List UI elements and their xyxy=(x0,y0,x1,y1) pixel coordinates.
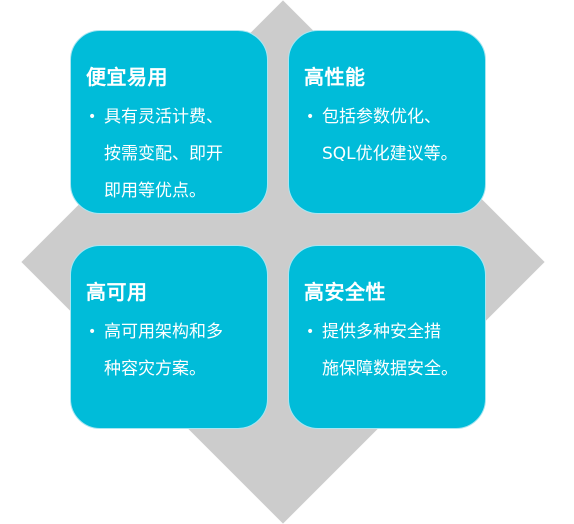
card-text-line: 种容灾方案。 xyxy=(104,359,206,379)
bullet-icon: • xyxy=(88,109,97,125)
card-high-security: 高安全性 • 提供多种安全措 施保障数据安全。 xyxy=(288,245,486,429)
card-high-performance: 高性能 • 包括参数优化、 SQL优化建议等。 xyxy=(288,30,486,214)
card-text-line: 按需变配、即开 xyxy=(104,144,223,164)
card-bullet: • 高可用架构和多 种容灾方案。 xyxy=(86,314,267,388)
card-text-line: 提供多种安全措 xyxy=(322,322,441,342)
bullet-icon: • xyxy=(88,324,97,340)
card-text-line: 具有灵活计费、 xyxy=(104,107,223,127)
card-high-availability: 高可用 • 高可用架构和多 种容灾方案。 xyxy=(70,245,268,429)
bullet-icon: • xyxy=(306,109,315,125)
card-title: 高性能 xyxy=(304,65,366,89)
card-bullet: • 提供多种安全措 施保障数据安全。 xyxy=(304,314,485,388)
card-bullet: • 包括参数优化、 SQL优化建议等。 xyxy=(304,99,485,173)
card-title: 高可用 xyxy=(86,280,148,304)
card-text-line: 施保障数据安全。 xyxy=(322,359,458,379)
card-title: 高安全性 xyxy=(304,280,386,304)
card-text-line: 高可用架构和多 xyxy=(104,322,223,342)
card-text-line: 包括参数优化、 xyxy=(322,107,441,127)
card-bullet: • 具有灵活计费、 按需变配、即开 即用等优点。 xyxy=(86,99,267,210)
card-text-line: SQL优化建议等。 xyxy=(322,144,458,164)
card-title: 便宜易用 xyxy=(86,65,168,89)
card-cheap-easy: 便宜易用 • 具有灵活计费、 按需变配、即开 即用等优点。 xyxy=(70,30,268,214)
card-text-line: 即用等优点。 xyxy=(104,181,206,201)
bullet-icon: • xyxy=(306,324,315,340)
